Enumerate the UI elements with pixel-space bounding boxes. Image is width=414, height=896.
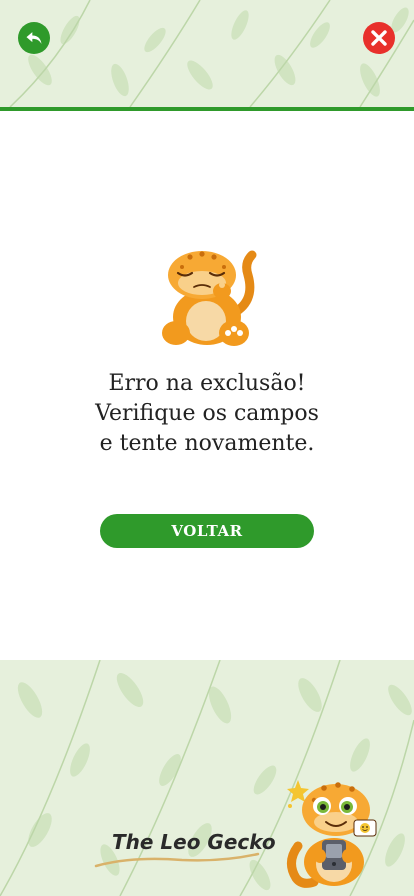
error-message-line-2: Verifique os campos <box>95 401 319 426</box>
error-message-line-1: Erro na exclusão! <box>108 371 306 396</box>
header <box>0 0 414 107</box>
close-button[interactable] <box>363 22 395 54</box>
sad-gecko-illustration <box>162 250 257 346</box>
voltar-button[interactable]: VOLTAR <box>100 514 314 548</box>
brand-underline <box>94 852 260 868</box>
footer: The Leo Gecko <box>0 660 414 896</box>
error-panel: Erro na exclusão! Verifique os campos e … <box>0 111 414 660</box>
error-message-line-3: e tente novamente. <box>99 431 315 456</box>
error-message: Erro na exclusão! Verifique os campos e … <box>40 369 374 459</box>
back-button[interactable] <box>18 22 50 54</box>
close-x-icon <box>371 30 387 46</box>
back-arrow-icon <box>26 32 42 44</box>
happy-gecko-mascot <box>287 780 377 888</box>
leaf-pattern <box>9 0 414 107</box>
brand-logo-text: The Leo Gecko <box>112 830 276 854</box>
